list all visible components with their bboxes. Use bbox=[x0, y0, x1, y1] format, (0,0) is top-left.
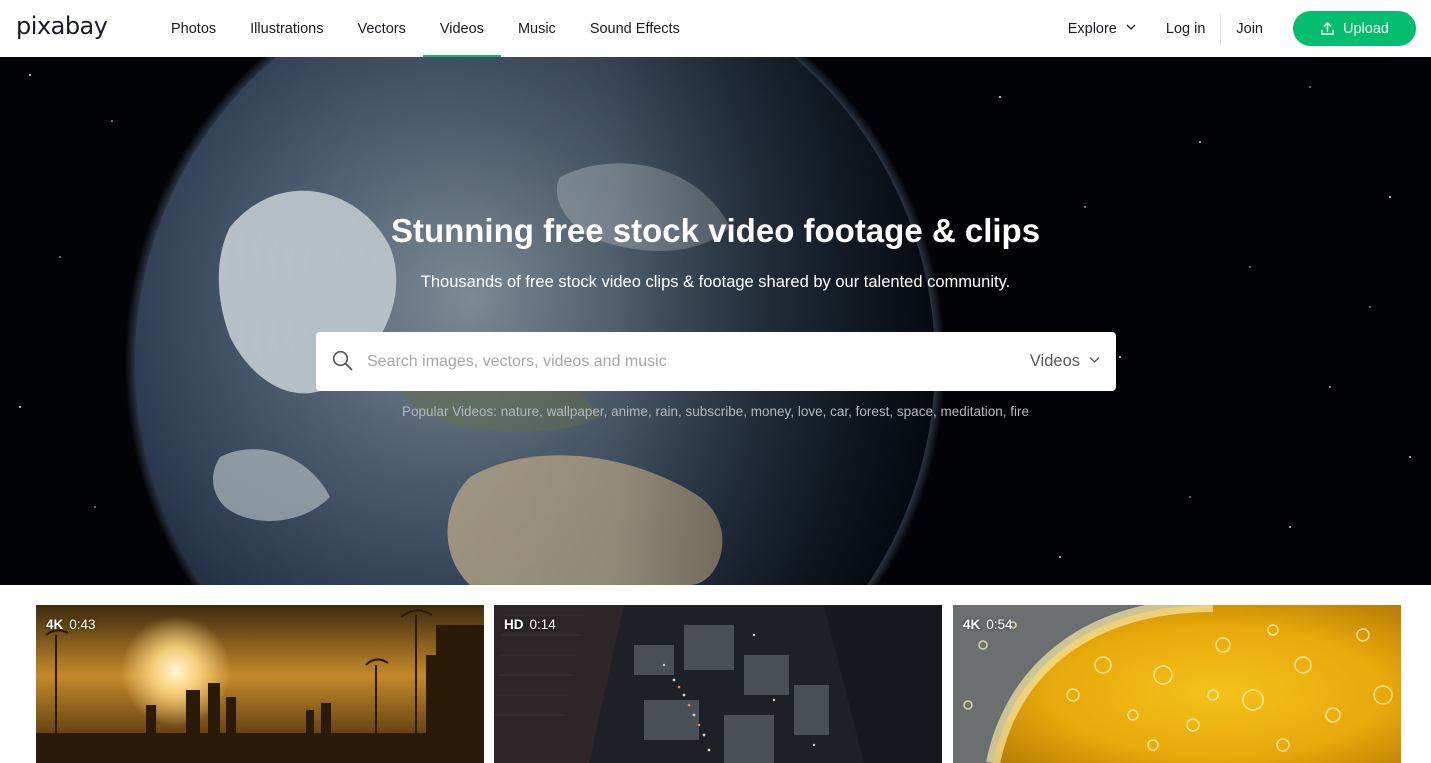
chevron-down-icon bbox=[1089, 357, 1100, 363]
popular-tag[interactable]: fire bbox=[1010, 404, 1029, 419]
video-duration: 0:43 bbox=[69, 617, 96, 632]
popular-tag[interactable]: love bbox=[798, 404, 823, 419]
video-badge: 4K 0:54 bbox=[963, 617, 1013, 633]
popular-tag[interactable]: space bbox=[897, 404, 933, 419]
nav-music[interactable]: Music bbox=[501, 0, 573, 57]
popular-tag[interactable]: meditation bbox=[940, 404, 1002, 419]
earth-background-image bbox=[0, 57, 1431, 585]
video-badge: 4K 0:43 bbox=[46, 617, 96, 633]
popular-tag[interactable]: forest bbox=[856, 404, 890, 419]
nav-videos[interactable]: Videos bbox=[422, 0, 502, 57]
top-header: pixabay Photos Illustrations Vectors Vid… bbox=[0, 0, 1431, 57]
video-thumbnail-lemon-bubbles[interactable]: 4K 0:54 bbox=[953, 605, 1401, 763]
search-input[interactable] bbox=[367, 332, 1007, 391]
video-preview-image bbox=[494, 605, 942, 763]
video-duration: 0:54 bbox=[986, 617, 1013, 632]
media-type-select[interactable]: Videos bbox=[1030, 332, 1100, 391]
video-quality: HD bbox=[504, 617, 524, 632]
upload-icon bbox=[1321, 22, 1334, 35]
upload-button[interactable]: Upload bbox=[1293, 11, 1416, 46]
join-link[interactable]: Join bbox=[1221, 14, 1293, 44]
upload-label: Upload bbox=[1343, 20, 1389, 37]
account-nav: Explore Log in Join Upload bbox=[1068, 0, 1416, 57]
video-duration: 0:14 bbox=[529, 617, 556, 632]
video-quality: 4K bbox=[963, 617, 981, 632]
search-bar: Videos bbox=[316, 332, 1116, 391]
nav-sound-effects[interactable]: Sound Effects bbox=[573, 0, 697, 57]
nav-illustrations[interactable]: Illustrations bbox=[233, 0, 340, 57]
hero-title: Stunning free stock video footage & clip… bbox=[390, 212, 1041, 249]
pixabay-logo[interactable]: pixabay bbox=[16, 11, 108, 41]
hero-subtitle: Thousands of free stock video clips & fo… bbox=[420, 273, 1011, 291]
explore-menu[interactable]: Explore bbox=[1068, 21, 1136, 37]
chevron-down-icon bbox=[1126, 24, 1136, 30]
video-preview-image bbox=[36, 605, 484, 763]
video-quality: 4K bbox=[46, 617, 64, 632]
video-thumbnail-sunset-city[interactable]: 4K 0:43 bbox=[36, 605, 484, 763]
popular-tag[interactable]: wallpaper bbox=[547, 404, 604, 419]
main-nav: Photos Illustrations Vectors Videos Musi… bbox=[154, 0, 697, 57]
popular-tag[interactable]: subscribe bbox=[685, 404, 743, 419]
nav-photos[interactable]: Photos bbox=[154, 0, 233, 57]
popular-tag[interactable]: car bbox=[830, 404, 848, 419]
hero-banner: Stunning free stock video footage & clip… bbox=[0, 57, 1431, 585]
login-link[interactable]: Log in bbox=[1166, 13, 1222, 44]
nav-vectors[interactable]: Vectors bbox=[341, 0, 423, 57]
popular-tag[interactable]: money bbox=[751, 404, 791, 419]
popular-tag[interactable]: anime bbox=[611, 404, 648, 419]
popular-tag[interactable]: nature bbox=[501, 404, 539, 419]
media-type-label: Videos bbox=[1029, 352, 1080, 370]
popular-searches: Popular Videos: nature, wallpaper, anime… bbox=[401, 404, 1030, 419]
explore-label: Explore bbox=[1067, 20, 1117, 37]
popular-prefix: Popular Videos: bbox=[401, 404, 498, 419]
popular-tag[interactable]: rain bbox=[655, 404, 678, 419]
video-preview-image bbox=[953, 605, 1401, 763]
video-badge: HD 0:14 bbox=[504, 617, 556, 633]
video-thumbnail-aerial-city[interactable]: HD 0:14 bbox=[494, 605, 942, 763]
search-icon[interactable] bbox=[332, 350, 353, 371]
